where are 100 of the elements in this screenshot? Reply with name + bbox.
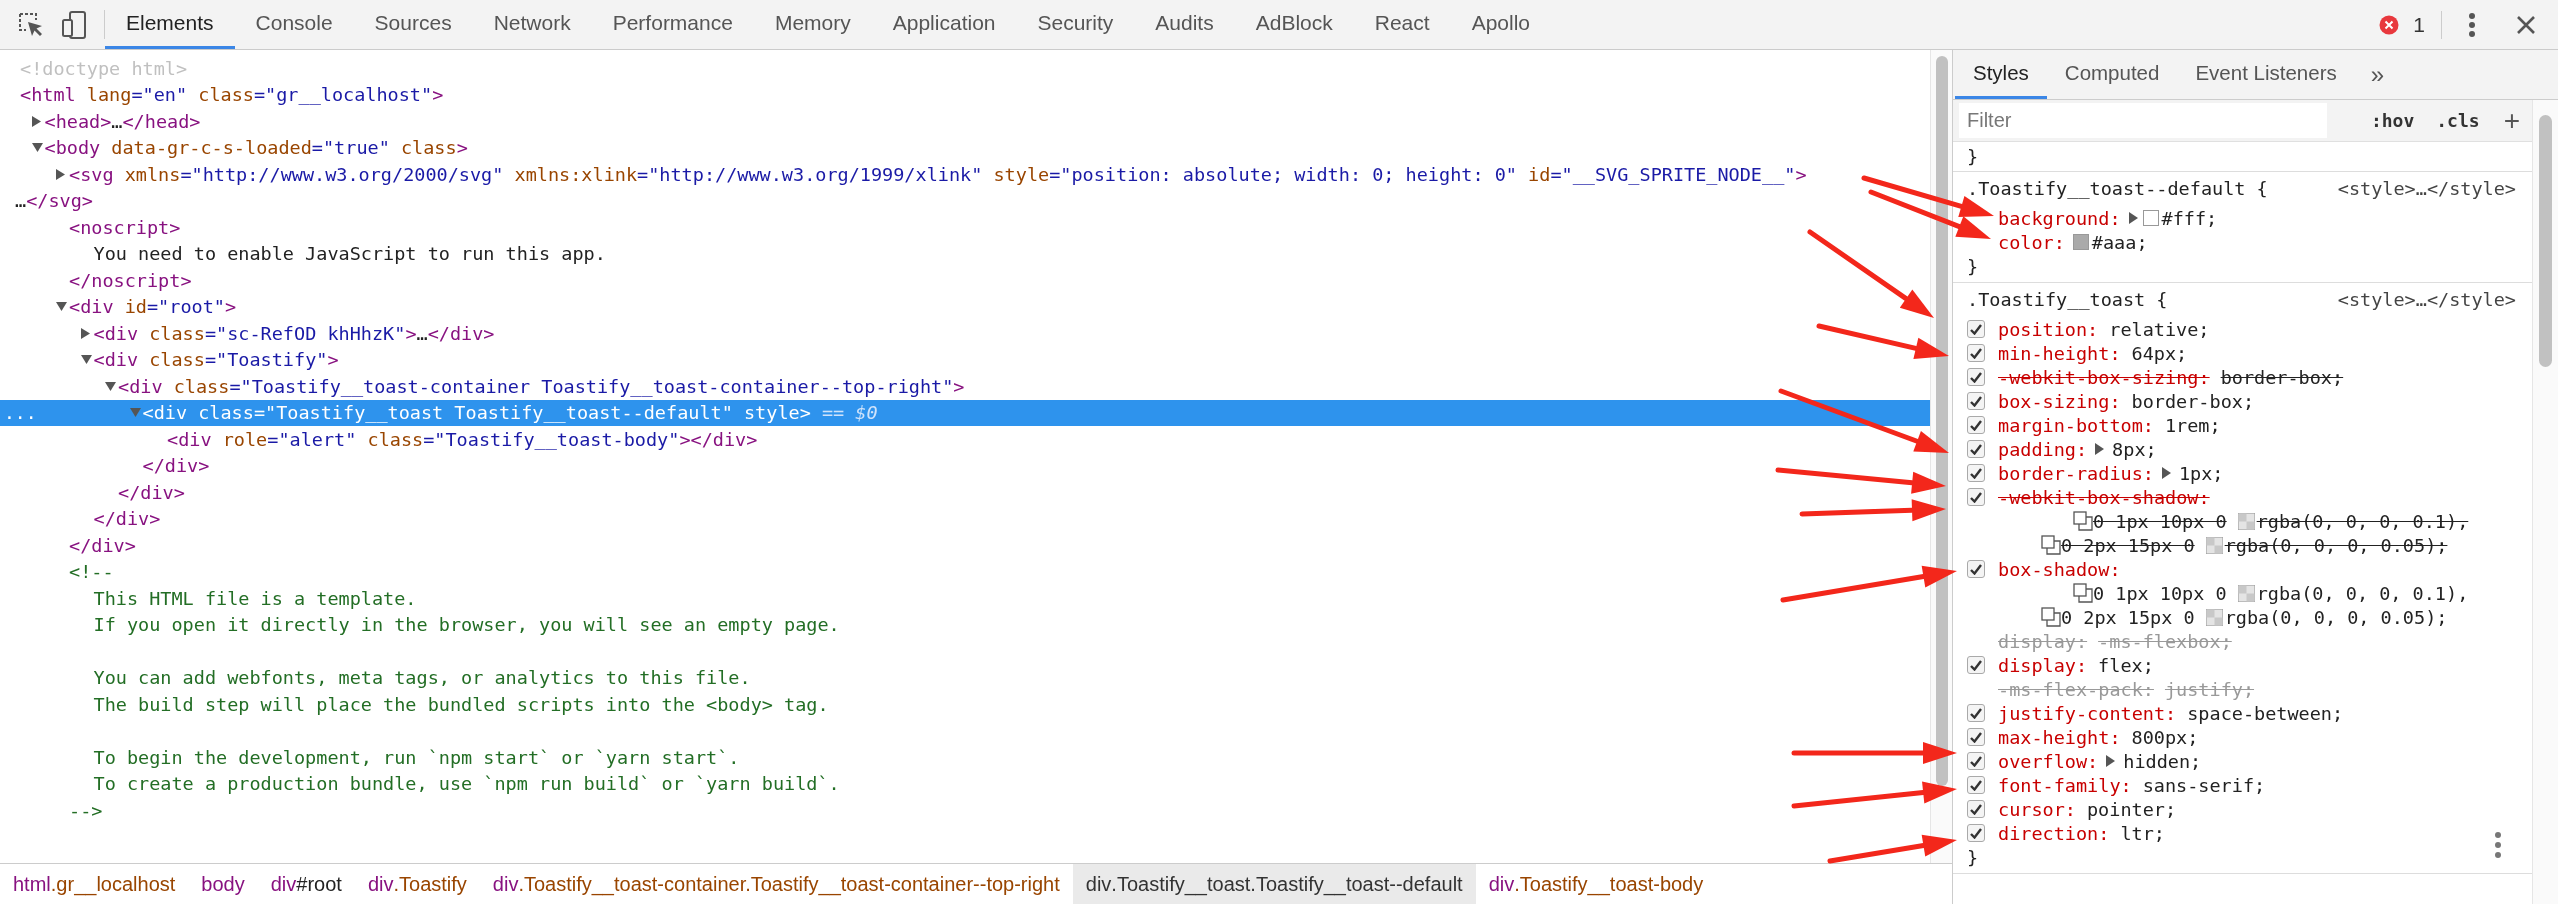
source-link[interactable]: <style>…</style> — [2337, 177, 2516, 199]
panel-tab[interactable]: Security — [1016, 0, 1135, 49]
checkbox[interactable] — [1967, 560, 1985, 578]
triangle-down-icon[interactable] — [105, 381, 116, 391]
property-value[interactable]: flex; — [2098, 654, 2154, 676]
checkbox[interactable] — [1967, 392, 1985, 410]
property-value[interactable]: sans-serif; — [2142, 774, 2266, 796]
tree-row[interactable]: <div class="sc-RefOD khHhzK">…</div> — [0, 320, 495, 347]
scrollbar[interactable] — [1930, 50, 1952, 863]
property-name[interactable]: padding: — [1998, 438, 2088, 460]
tree-row[interactable]: You need to enable JavaScript to run this app. — [0, 240, 606, 267]
tree-row[interactable]: <noscript> — [0, 214, 181, 241]
error-count[interactable]: 1 — [2413, 12, 2425, 37]
property-name[interactable]: min-height: — [1998, 342, 2121, 364]
tree-row[interactable]: <html lang="en" class="gr__localhost"> — [0, 81, 444, 108]
property-name[interactable]: direction: — [1998, 822, 2110, 844]
checkbox[interactable] — [1967, 776, 1985, 794]
error-icon[interactable] — [2379, 14, 2400, 35]
breadcrumb[interactable]: div.Toastify__toast-container.Toastify__toast-container--top-right — [479, 864, 1073, 904]
shadow-color[interactable]: rgba(0, 0, 0, 0.05); — [2224, 606, 2448, 628]
checkbox[interactable] — [1967, 728, 1985, 746]
property-name[interactable]: position: — [1998, 318, 2099, 340]
checkbox[interactable] — [1967, 344, 1985, 362]
property-value[interactable]: space-between; — [2187, 702, 2344, 724]
property-value[interactable]: hidden; — [2123, 750, 2202, 772]
tree-row[interactable]: <div class="Toastify"> — [0, 346, 339, 373]
color-swatch[interactable] — [2142, 210, 2159, 226]
toggle-button[interactable]: .cls — [2432, 110, 2484, 131]
checkbox[interactable] — [1967, 800, 1985, 818]
property-value[interactable]: 800px; — [2131, 726, 2199, 748]
panel-tab[interactable]: Audits — [1134, 0, 1235, 49]
shadow-color[interactable]: rgba(0, 0, 0, 0.1), — [2256, 510, 2469, 532]
checkered-swatch-icon[interactable] — [2237, 512, 2255, 530]
tree-row[interactable]: <div id="root"> — [0, 293, 237, 320]
more-options-icon[interactable] — [2468, 11, 2476, 38]
shadow-offsets[interactable]: 0 1px 10px 0 — [2093, 510, 2227, 532]
shadow-offsets[interactable]: 0 1px 10px 0 — [2093, 582, 2227, 604]
panel-tab[interactable]: React — [1353, 0, 1451, 49]
device-icon[interactable] — [62, 10, 86, 39]
tree-row[interactable]: <svg xmlns="http://www.w3.org/2000/svg" xmlns:xlink="http://www.w3.org/1999/xlink" style="position: absolute; width: 0; height: 0" id="__SVG_SPRITE_NODE__"> — [0, 161, 1807, 188]
breadcrumb[interactable]: div.Toastify__toast.Toastify__toast--default — [1072, 864, 1476, 904]
shadow-offsets[interactable]: 0 2px 15px 0 — [2061, 606, 2195, 628]
triangle-down-icon[interactable] — [56, 302, 67, 312]
property-value[interactable]: border-box; — [2131, 390, 2255, 412]
checkbox[interactable] — [1967, 320, 1985, 338]
property-value[interactable]: border-box; — [2220, 366, 2344, 388]
panel-tab[interactable]: Sources — [353, 0, 473, 49]
panel-tab[interactable]: Elements — [105, 0, 235, 49]
breadcrumb[interactable]: html.gr__localhost — [0, 864, 189, 904]
property-name[interactable]: box-sizing: — [1998, 390, 2121, 412]
color-swatch[interactable] — [2072, 234, 2089, 250]
checkbox[interactable] — [1967, 824, 1985, 842]
property-value[interactable]: #aaa; — [2091, 231, 2148, 253]
property-name[interactable]: -webkit-box-shadow: — [1998, 486, 2210, 508]
checkbox[interactable] — [1967, 656, 1985, 674]
checkbox[interactable] — [1967, 368, 1985, 386]
checkbox[interactable] — [1967, 416, 1985, 434]
triangle-right-icon[interactable] — [56, 168, 65, 180]
checkered-swatch-icon[interactable] — [2237, 584, 2255, 602]
panel-tab[interactable]: Console — [234, 0, 354, 49]
shadow-editor-icon[interactable] — [2073, 511, 2093, 531]
triangle-right-icon[interactable] — [80, 327, 90, 339]
property-name[interactable]: margin-bottom: — [1998, 414, 2154, 436]
rule-selector[interactable]: .Toastify__toast { — [1967, 288, 2168, 310]
property-name[interactable]: overflow: — [1998, 750, 2099, 772]
inspect-icon[interactable] — [18, 11, 44, 38]
property-name[interactable]: cursor: — [1998, 798, 2076, 820]
panel-tab[interactable]: Application — [871, 0, 1017, 49]
toggle-button[interactable]: :hov — [2366, 110, 2419, 131]
tree-row[interactable]: <div role="alert" class="Toastify__toast-body"></div> — [0, 426, 758, 453]
panel-tab[interactable]: Apollo — [1450, 0, 1551, 49]
shadow-color[interactable]: rgba(0, 0, 0, 0.1), — [2256, 582, 2469, 604]
triangle-down-icon[interactable] — [80, 355, 92, 365]
checkered-swatch-icon[interactable] — [2205, 536, 2223, 554]
checkbox[interactable] — [1967, 464, 1985, 482]
breadcrumb[interactable]: div.Toastify — [354, 864, 480, 904]
expand-triangle-icon[interactable] — [2161, 467, 2171, 479]
scrollbar[interactable] — [2532, 100, 2558, 904]
property-name[interactable]: color: — [1998, 231, 2065, 253]
expand-triangle-icon[interactable] — [2095, 443, 2105, 455]
breadcrumb[interactable]: div#root — [257, 864, 355, 904]
more-options-icon[interactable] — [2494, 831, 2502, 859]
panel-tab[interactable]: Memory — [753, 0, 872, 49]
checkered-swatch-icon[interactable] — [2205, 608, 2223, 626]
property-name[interactable]: display: — [1998, 654, 2088, 676]
property-value[interactable]: 8px; — [2112, 438, 2157, 460]
property-value[interactable]: pointer; — [2086, 798, 2177, 820]
triangle-down-icon[interactable] — [31, 143, 43, 153]
tree-row[interactable]: <head>…</head> — [0, 108, 201, 135]
close-icon[interactable] — [2516, 14, 2536, 35]
tree-row[interactable]: <body data-gr-c-s-loaded="true" class> — [0, 134, 468, 161]
property-value[interactable]: relative; — [2109, 318, 2210, 340]
checkbox[interactable] — [1967, 752, 1985, 770]
checkbox[interactable] — [1967, 488, 1985, 506]
expand-triangle-icon[interactable] — [2106, 755, 2116, 767]
property-value[interactable]: 1px; — [2178, 462, 2224, 484]
property-name[interactable]: -webkit-box-sizing: — [1998, 366, 2210, 388]
breadcrumb[interactable]: body — [188, 864, 258, 904]
property-name[interactable]: box-shadow: — [1998, 558, 2121, 580]
sidebar-tab[interactable]: Computed — [2046, 50, 2178, 99]
